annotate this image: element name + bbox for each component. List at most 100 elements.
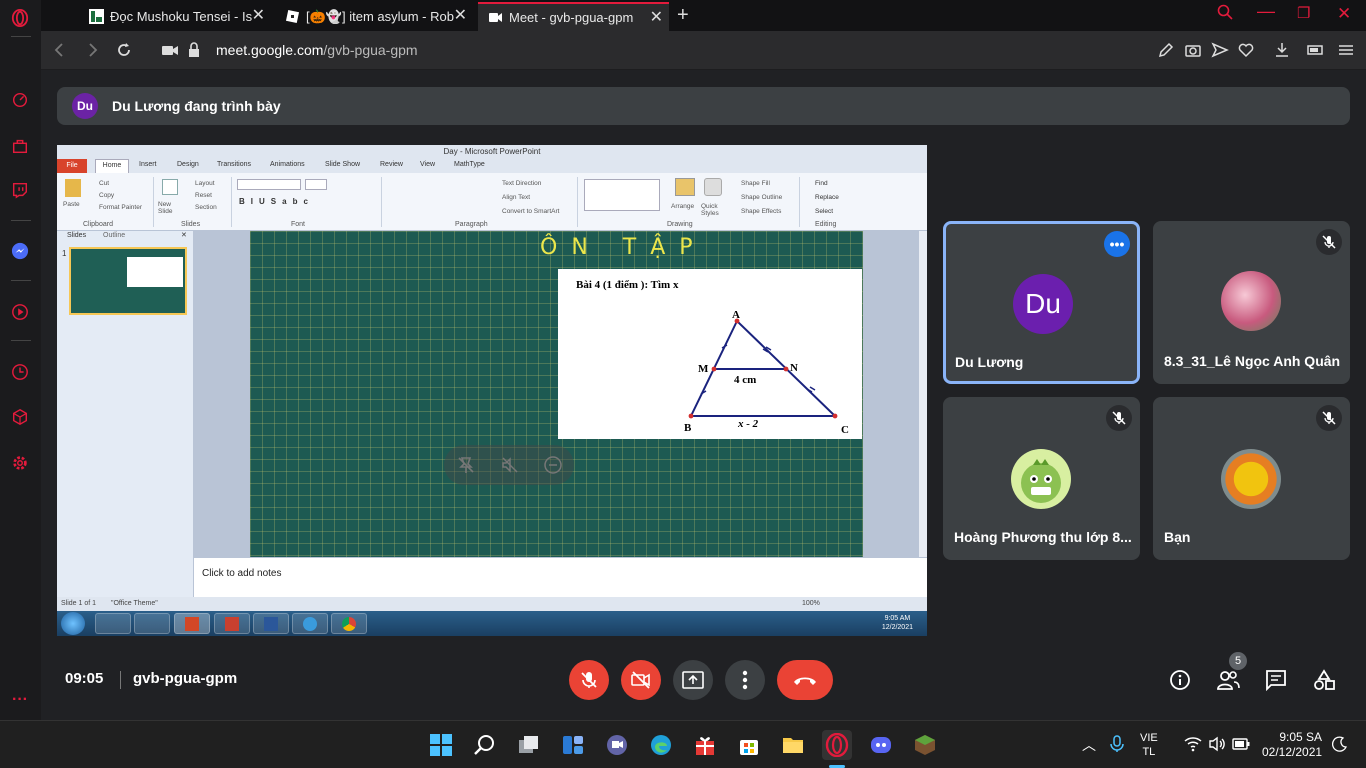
edit-icon[interactable] bbox=[1157, 41, 1175, 59]
minecraft-icon[interactable] bbox=[910, 730, 940, 760]
file-explorer-icon[interactable] bbox=[778, 730, 808, 760]
ppt-text-direction-label: Text Direction bbox=[502, 180, 542, 187]
send-icon[interactable] bbox=[1211, 41, 1229, 59]
meet-area: Du Du Lương đang trình bày Day - Microso… bbox=[41, 71, 1366, 720]
snapshot-icon[interactable] bbox=[1184, 41, 1202, 59]
chat-icon[interactable] bbox=[1264, 668, 1288, 692]
menu-icon[interactable] bbox=[1337, 41, 1355, 59]
slide-canvas: ÔN TẬP Bài 4 (1 điểm ): Tìm x A B C M N … bbox=[250, 231, 863, 557]
url-text[interactable]: meet.google.com/gvb-pgua-gpm bbox=[216, 42, 418, 58]
restore-button[interactable]: ❐ bbox=[1297, 4, 1310, 22]
history-icon[interactable] bbox=[10, 362, 30, 382]
download-icon[interactable] bbox=[1273, 41, 1291, 59]
mic-toggle-button[interactable] bbox=[569, 660, 609, 700]
forward-icon[interactable] bbox=[83, 41, 101, 59]
ppt-shape-effects-label: Shape Effects bbox=[741, 208, 782, 215]
leave-call-button[interactable] bbox=[777, 660, 833, 700]
avatar: Du bbox=[1013, 274, 1073, 334]
system-clock[interactable]: 9:05 SA 02/12/2021 bbox=[1262, 730, 1322, 760]
ppt-vertical-scrollbar bbox=[919, 231, 927, 557]
microphone-icon[interactable] bbox=[1110, 735, 1124, 753]
store-icon[interactable] bbox=[734, 730, 764, 760]
volume-icon[interactable] bbox=[1208, 736, 1226, 752]
tab-mushoku[interactable]: Đọc Mushoku Tensei - Isekai ✕ bbox=[79, 2, 271, 31]
address-bar: meet.google.com/gvb-pgua-gpm bbox=[41, 31, 1366, 70]
ppt-shape-outline-label: Shape Outline bbox=[741, 194, 783, 201]
speed-dial-icon[interactable] bbox=[10, 90, 30, 110]
participant-tile[interactable]: 8.3_31_Lê Ngọc Anh Quân bbox=[1153, 221, 1350, 384]
more-options-icon[interactable]: ••• bbox=[1104, 231, 1130, 257]
discord-icon[interactable] bbox=[866, 730, 896, 760]
minimize-button[interactable]: — bbox=[1257, 1, 1275, 22]
close-window-button[interactable]: ✕ bbox=[1337, 4, 1351, 24]
language-indicator[interactable]: VIE TL bbox=[1140, 731, 1158, 759]
tab-meet[interactable]: Meet - gvb-pgua-gpm ✕ bbox=[478, 2, 669, 31]
task-view-icon[interactable] bbox=[514, 730, 544, 760]
player-icon[interactable] bbox=[10, 302, 30, 322]
focus-assist-icon[interactable] bbox=[1332, 736, 1348, 752]
quick-styles-icon bbox=[704, 178, 722, 196]
meeting-time: 09:05 bbox=[65, 670, 104, 687]
search-icon[interactable] bbox=[470, 730, 500, 760]
close-icon[interactable]: ✕ bbox=[252, 8, 265, 24]
label-c: C bbox=[841, 424, 849, 436]
back-icon[interactable] bbox=[51, 41, 69, 59]
widgets-icon[interactable] bbox=[558, 730, 588, 760]
wifi-icon[interactable] bbox=[1184, 736, 1202, 752]
twitch-icon[interactable] bbox=[10, 180, 30, 200]
tb7-app-icon bbox=[95, 613, 131, 634]
ppt-group-paragraph: Paragraph bbox=[455, 221, 488, 228]
label-bc-length: x - 2 bbox=[737, 418, 759, 430]
slide-thumbnail bbox=[69, 247, 187, 315]
gift-icon[interactable] bbox=[690, 730, 720, 760]
shared-screen: Day - Microsoft PowerPoint File Home Ins… bbox=[57, 145, 927, 636]
ppt-convert-smartart-label: Convert to SmartArt bbox=[502, 208, 560, 215]
opera-taskbar-icon[interactable] bbox=[822, 730, 852, 760]
search-icon[interactable] bbox=[1217, 4, 1233, 24]
mute-icon bbox=[502, 457, 518, 473]
heart-icon[interactable] bbox=[1237, 41, 1255, 59]
screen-root: ··· Đọc Mushoku Tensei - Isekai ✕ [🎃👻] i… bbox=[0, 0, 1366, 768]
extensions-icon[interactable] bbox=[10, 407, 30, 427]
chevron-up-icon[interactable]: ︿ bbox=[1082, 735, 1096, 755]
new-tab-button[interactable]: + bbox=[677, 4, 689, 27]
close-icon[interactable]: ✕ bbox=[650, 10, 663, 26]
messenger-icon[interactable] bbox=[10, 241, 30, 261]
participant-tile[interactable]: ••• Du Du Lương bbox=[943, 221, 1140, 384]
problem-card: Bài 4 (1 điểm ): Tìm x A B C M N 4 cm x … bbox=[558, 269, 862, 439]
ppt-ribbon: Paste Cut Copy Format Painter Clipboard … bbox=[57, 173, 927, 231]
lock-icon[interactable] bbox=[185, 41, 203, 59]
participant-tile[interactable]: Bạn bbox=[1153, 397, 1350, 560]
pane-tab-slides: Slides bbox=[67, 232, 87, 239]
present-screen-icon bbox=[682, 671, 704, 689]
camera-toggle-button[interactable] bbox=[621, 660, 661, 700]
tb7-time: 9:05 AM bbox=[884, 615, 911, 622]
mic-off-icon bbox=[1106, 405, 1132, 431]
reload-icon[interactable] bbox=[115, 41, 133, 59]
close-icon[interactable]: ✕ bbox=[454, 8, 467, 24]
more-options-icon[interactable]: ··· bbox=[10, 690, 30, 710]
more-options-button[interactable] bbox=[725, 660, 765, 700]
opera-sidebar: ··· bbox=[0, 0, 41, 720]
tab-roblox[interactable]: [🎃👻] item asylum - Roblox ✕ bbox=[275, 2, 473, 31]
people-icon[interactable] bbox=[1216, 668, 1240, 692]
meeting-details-icon[interactable] bbox=[1168, 668, 1192, 692]
ppt-editor: ÔN TẬP Bài 4 (1 điểm ): Tìm x A B C M N … bbox=[194, 231, 919, 557]
shopping-icon[interactable] bbox=[10, 136, 30, 156]
presenting-text: Du Lương đang trình bày bbox=[112, 98, 281, 114]
participant-tile[interactable]: Hoàng Phương thu lớp 8... bbox=[943, 397, 1140, 560]
windows-start-icon[interactable] bbox=[426, 730, 456, 760]
opera-logo-icon[interactable] bbox=[10, 8, 30, 28]
activities-icon[interactable] bbox=[1312, 668, 1336, 692]
battery-icon[interactable] bbox=[1232, 738, 1250, 750]
present-button[interactable] bbox=[673, 660, 713, 700]
edge-icon[interactable] bbox=[646, 730, 676, 760]
ppt-format-painter-label: Format Painter bbox=[99, 204, 142, 211]
teams-chat-icon[interactable] bbox=[602, 730, 632, 760]
ppt-find-label: Find bbox=[815, 180, 828, 187]
tb7-powerpoint-icon bbox=[174, 613, 210, 634]
ppt-tab-view: View bbox=[420, 161, 436, 168]
settings-icon[interactable] bbox=[10, 453, 30, 473]
battery-saver-icon[interactable] bbox=[1307, 41, 1325, 59]
camera-icon[interactable] bbox=[161, 41, 179, 59]
